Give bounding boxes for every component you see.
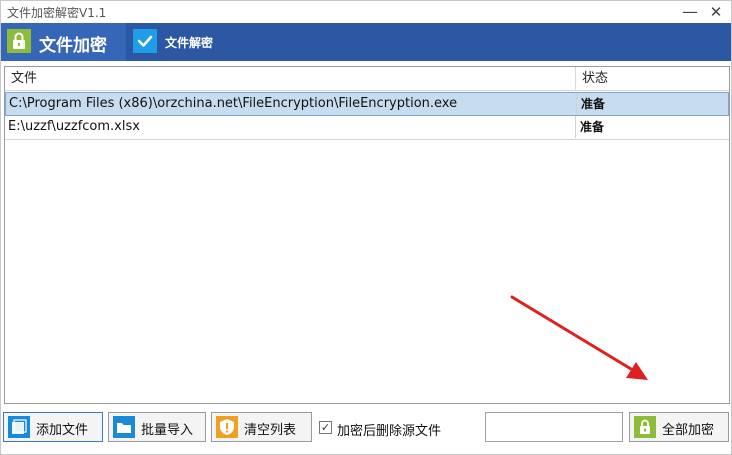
tab-encrypt[interactable]: 文件加密: [1, 23, 126, 61]
tab-encrypt-label: 文件加密: [39, 36, 107, 56]
close-button[interactable]: ✕: [705, 1, 727, 23]
title-bar: 文件加密解密V1.1 — ✕: [1, 1, 731, 23]
table-row[interactable]: E:\uzzf\uzzfcom.xlsx 准备: [5, 116, 729, 140]
table-row[interactable]: C:\Program Files (x86)\orzchina.net\File…: [5, 92, 729, 116]
batch-import-label: 批量导入: [141, 423, 194, 438]
lock-icon: [634, 416, 656, 438]
app-window: 文件加密解密V1.1 — ✕ 文件加密 文件解密 文件 状态 C:\Progra…: [0, 0, 732, 455]
status-cell: 准备: [576, 93, 730, 115]
add-file-icon: [8, 416, 30, 438]
file-path-cell: E:\uzzf\uzzfcom.xlsx: [8, 119, 140, 134]
file-list-table: 文件 状态 C:\Program Files (x86)\orzchina.ne…: [4, 66, 730, 404]
tab-decrypt[interactable]: 文件解密: [128, 23, 258, 61]
header-bar: 文件加密 文件解密: [1, 23, 731, 61]
delete-source-label: 加密后删除源文件: [337, 424, 442, 439]
add-file-label: 添加文件: [36, 423, 89, 438]
password-input[interactable]: [485, 412, 623, 442]
column-header-status[interactable]: 状态: [575, 67, 729, 91]
bottom-toolbar: 添加文件 批量导入 清空列表 ✓ 加密后删除源文件 全部加密: [1, 406, 731, 454]
table-header: 文件 状态: [5, 67, 729, 91]
checkmark-icon: [133, 29, 157, 53]
file-path-cell: C:\Program Files (x86)\orzchina.net\File…: [9, 96, 458, 111]
folder-icon: [113, 416, 135, 438]
status-cell: 准备: [575, 116, 729, 138]
clear-list-label: 清空列表: [244, 423, 297, 438]
minimize-button[interactable]: —: [679, 1, 701, 23]
add-file-button[interactable]: 添加文件: [3, 412, 103, 442]
batch-import-button[interactable]: 批量导入: [108, 412, 206, 442]
tab-decrypt-label: 文件解密: [165, 36, 214, 50]
clear-list-button[interactable]: 清空列表: [211, 412, 312, 442]
column-header-file[interactable]: 文件: [5, 67, 575, 91]
warning-shield-icon: [216, 416, 238, 438]
window-title: 文件加密解密V1.1: [7, 6, 107, 20]
lock-icon: [7, 29, 31, 53]
checkbox-checked-icon[interactable]: ✓: [319, 421, 332, 434]
encrypt-all-label: 全部加密: [662, 423, 715, 438]
encrypt-all-button[interactable]: 全部加密: [629, 412, 729, 442]
